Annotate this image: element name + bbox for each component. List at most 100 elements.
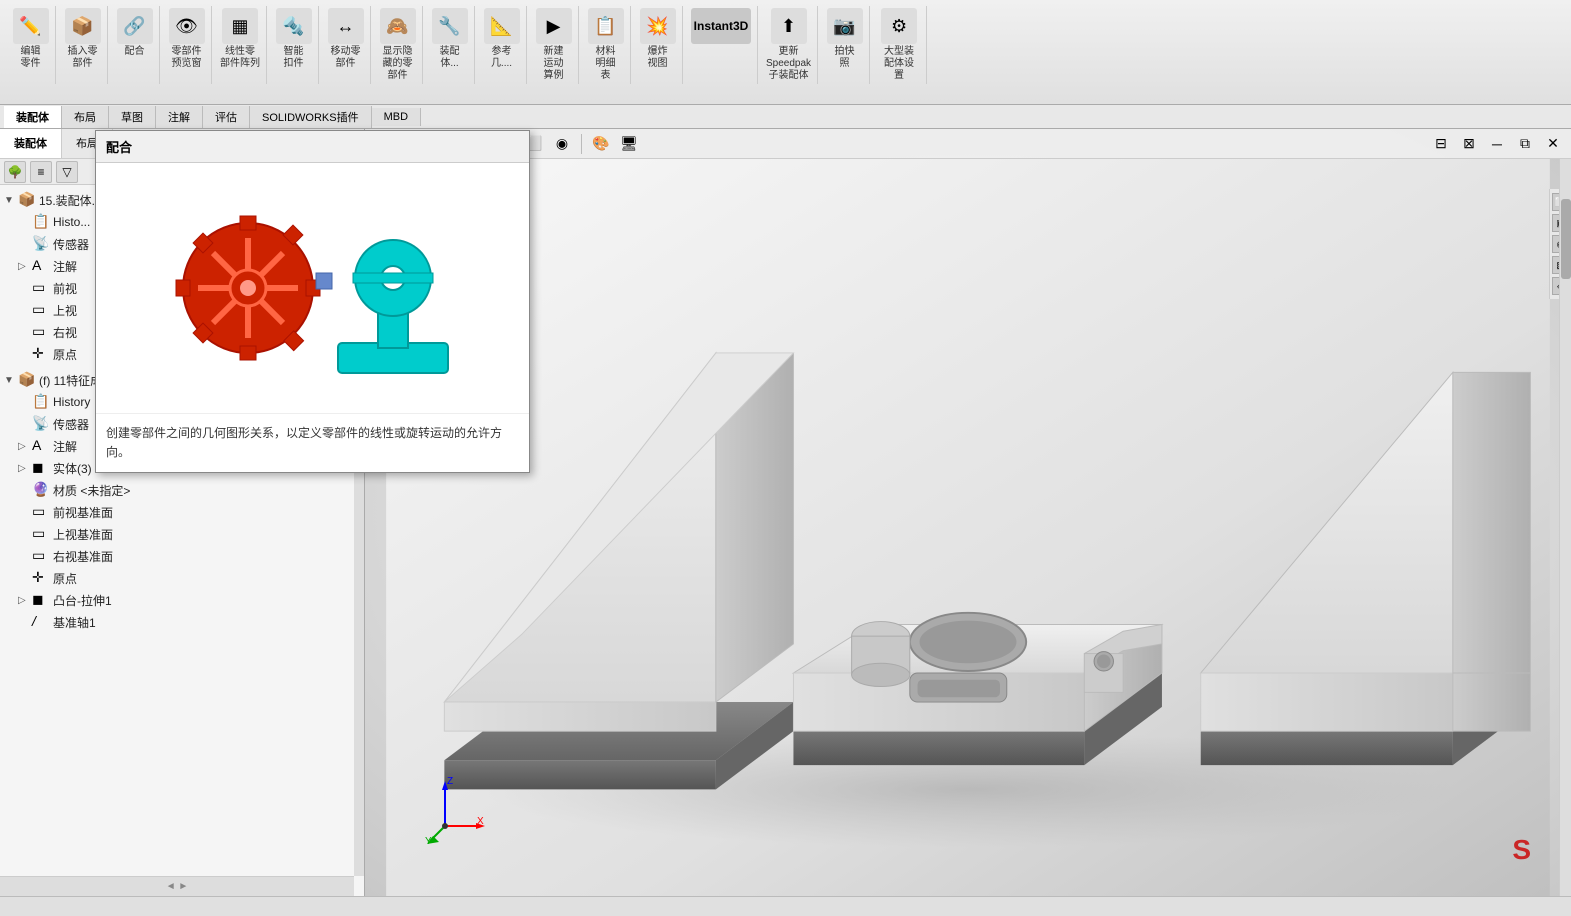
edit-part-icon[interactable]: ✏️	[13, 8, 49, 44]
toolbar-new-motion[interactable]: ▶ 新建运动算例	[529, 6, 579, 84]
history-node-icon: 📋	[32, 213, 50, 231]
tab-annotation[interactable]: 注解	[156, 106, 203, 128]
3d-scene-svg	[365, 159, 1571, 896]
panel-btn-filter[interactable]: ▽	[56, 161, 78, 183]
toolbar-mate[interactable]: 🔗 配合	[110, 6, 160, 84]
panel-btn-property[interactable]: ≡	[30, 161, 52, 183]
front-plane-node-icon: ▭	[32, 503, 50, 521]
snapshot-icon[interactable]: 📷	[827, 8, 863, 44]
vt-minimize-btn[interactable]: ─	[1485, 132, 1509, 156]
toolbar-insert-part[interactable]: 📦 插入零部件	[58, 6, 108, 84]
toolbar-reference[interactable]: 📐 参考几....	[477, 6, 527, 84]
panel-tab-assembly[interactable]: 装配体	[0, 129, 62, 158]
instant3d-icon[interactable]: Instant3D	[691, 8, 751, 44]
toolbar-smart-fastener[interactable]: 🔩 智能扣件	[269, 6, 319, 84]
tab-layout[interactable]: 布局	[62, 106, 109, 128]
vt-color-btn[interactable]: 🎨	[589, 132, 613, 156]
toolbar-large-assembly[interactable]: ⚙ 大型装配体设置	[872, 6, 927, 84]
mate-popup-image	[96, 163, 529, 413]
vt-shading-btn[interactable]: ◉	[550, 132, 574, 156]
boss-extrude-node-icon: ◼	[32, 591, 50, 609]
viewport-scroll-thumb-v[interactable]	[1561, 199, 1571, 279]
origin2-node-icon: ✛	[32, 569, 50, 587]
bom-label: 材料明细表	[596, 46, 616, 82]
toolbar-bom[interactable]: 📋 材料明细表	[581, 6, 631, 84]
new-motion-label: 新建运动算例	[544, 46, 564, 82]
sensor-node-icon: 📡	[32, 235, 50, 253]
annotation-node-icon: A	[32, 257, 50, 275]
mate-icon[interactable]: 🔗	[117, 8, 153, 44]
toolbar-explode[interactable]: 💥 爆炸视图	[633, 6, 683, 84]
annotation2-node-label: 注解	[53, 438, 77, 455]
tab-evaluate[interactable]: 评估	[203, 106, 250, 128]
toolbar-instant3d[interactable]: Instant3D	[685, 6, 758, 84]
preview-icon[interactable]: 👁	[169, 8, 205, 44]
assembly-node-icon: 📦	[18, 191, 36, 209]
tab-sketch[interactable]: 草图	[109, 106, 156, 128]
tab-addins[interactable]: SOLIDWORKS插件	[250, 106, 372, 128]
reference-icon[interactable]: 📐	[484, 8, 520, 44]
vt-display-btn[interactable]: 🖥	[617, 132, 641, 156]
large-assembly-icon[interactable]: ⚙	[881, 8, 917, 44]
vt-restore-btn[interactable]: ⧉	[1513, 132, 1537, 156]
viewport-scrollbar-v[interactable]	[1559, 159, 1571, 896]
annotation2-node-icon: A	[32, 437, 50, 455]
front-node-icon: ▭	[32, 279, 50, 297]
linear-array-icon[interactable]: ▦	[222, 8, 258, 44]
material-node-label: 材质 <未指定>	[53, 482, 130, 499]
tree-item-right-plane[interactable]: ▭ 右视基准面	[0, 545, 364, 567]
edit-part-label: 编辑零件	[21, 46, 41, 70]
annotation-node-label: 注解	[53, 258, 77, 275]
explode-icon[interactable]: 💥	[640, 8, 676, 44]
history2-node-label: History	[53, 395, 90, 409]
expand-icon-annotation: ▷	[18, 261, 32, 272]
right-node-label: 右视	[53, 324, 77, 341]
viewport-content: Z X Y ⬜ ▣ ◉ ▧ ◈ S	[365, 159, 1571, 896]
tree-item-boss-extrude[interactable]: ▷ ◼ 凸台-拉伸1	[0, 589, 364, 611]
panel-btn-feature-tree[interactable]: 🌳	[4, 161, 26, 183]
speedpak-icon[interactable]: ⬆	[771, 8, 807, 44]
origin1-node-label: 原点	[53, 346, 77, 363]
right-plane-node-icon: ▭	[32, 547, 50, 565]
top-plane-node-label: 上视基准面	[53, 526, 113, 543]
bom-icon[interactable]: 📋	[588, 8, 624, 44]
toolbar-edit-part[interactable]: ✏️ 编辑零件	[6, 6, 56, 84]
tab-assembly[interactable]: 装配体	[4, 106, 62, 128]
mate-popup-title: 配合	[96, 131, 529, 163]
solidworks-logo: S	[1512, 834, 1531, 866]
toolbar-speedpak[interactable]: ⬆ 更新Speedpak子装配体	[760, 6, 818, 84]
vt-split2-btn[interactable]: ⊠	[1457, 132, 1481, 156]
toolbar-preview[interactable]: 👁 零部件预览窗	[162, 6, 212, 84]
tree-item-front-plane[interactable]: ▭ 前视基准面	[0, 501, 364, 523]
move-part-icon[interactable]: ↔	[328, 8, 364, 44]
left-scrollbar-horizontal[interactable]: ◄ ►	[0, 876, 354, 896]
vt-split1-btn[interactable]: ⊟	[1429, 132, 1453, 156]
vt-close-btn[interactable]: ✕	[1541, 132, 1565, 156]
toolbar-snapshot[interactable]: 📷 拍快照	[820, 6, 870, 84]
axis-indicator: Z X Y	[425, 776, 485, 846]
sensor-node-label: 传感器	[53, 236, 89, 253]
3d-viewport[interactable]: 🔍 🔎 ✋ ↻ ⊞ ⬜ ◉ 🎨 🖥 ⊟ ⊠ ─ ⧉ ✕	[365, 129, 1571, 896]
expand-icon-assembly[interactable]: ▼	[4, 195, 18, 206]
assembly-body-label: 装配体...	[440, 46, 460, 70]
vt-sep2	[581, 134, 582, 154]
toolbar-move-part[interactable]: ↔ 移动零部件	[321, 6, 371, 84]
show-hidden-icon[interactable]: 🙈	[380, 8, 416, 44]
svg-text:Z: Z	[447, 776, 453, 787]
axis-svg: Z X Y	[425, 776, 485, 846]
axis1-node-label: 基准轴1	[53, 614, 96, 631]
toolbar-linear-array[interactable]: ▦ 线性零部件阵列	[214, 6, 267, 84]
toolbar-assembly-body[interactable]: 🔧 装配体...	[425, 6, 475, 84]
tree-item-material[interactable]: 🔮 材质 <未指定>	[0, 479, 364, 501]
new-motion-icon[interactable]: ▶	[536, 8, 572, 44]
insert-part-icon[interactable]: 📦	[65, 8, 101, 44]
tree-item-origin2[interactable]: ✛ 原点	[0, 567, 364, 589]
subassembly-node-icon: 📦	[18, 371, 36, 389]
smart-fastener-icon[interactable]: 🔩	[276, 8, 312, 44]
expand-icon-subassembly[interactable]: ▼	[4, 375, 18, 386]
assembly-body-icon[interactable]: 🔧	[432, 8, 468, 44]
tree-item-axis1[interactable]: / 基准轴1	[0, 611, 364, 633]
toolbar-show-hidden[interactable]: 🙈 显示隐藏的零部件	[373, 6, 423, 84]
tree-item-top-plane[interactable]: ▭ 上视基准面	[0, 523, 364, 545]
tab-mbd[interactable]: MBD	[372, 108, 421, 126]
